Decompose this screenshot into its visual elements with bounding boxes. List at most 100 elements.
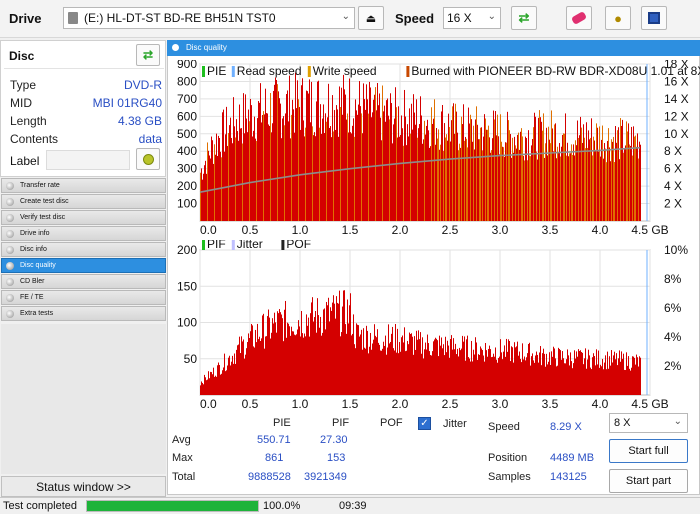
data-bar	[637, 133, 638, 221]
data-bar	[457, 132, 458, 221]
data-bar	[489, 137, 490, 221]
data-bar	[402, 128, 403, 221]
data-bar	[339, 86, 340, 221]
data-bar	[252, 136, 253, 221]
data-bar	[313, 321, 314, 395]
data-bar	[496, 135, 497, 221]
disc-label-button[interactable]	[136, 148, 160, 170]
data-bar	[398, 353, 399, 395]
save-button[interactable]	[641, 6, 667, 30]
data-bar	[292, 99, 293, 221]
drive-select[interactable]: (E:) HL-DT-ST BD-RE BH51N TST0 ⌄	[63, 7, 355, 29]
data-bar	[615, 359, 616, 395]
data-bar	[609, 356, 610, 395]
jitter-checkbox[interactable]: ✓	[418, 417, 431, 430]
data-bar	[589, 355, 590, 395]
data-bar	[263, 313, 264, 395]
data-bar	[477, 124, 478, 221]
disc-label-input[interactable]	[46, 150, 130, 170]
status-text: Test completed	[3, 500, 77, 512]
top-toolbar: Drive (E:) HL-DT-ST BD-RE BH51N TST0 ⌄ ⏏…	[0, 0, 700, 38]
data-bar	[558, 153, 559, 221]
legend-label: PIE	[207, 64, 226, 78]
data-bar	[566, 155, 567, 221]
data-bar	[335, 318, 336, 395]
data-bar	[566, 359, 567, 395]
data-bar	[430, 146, 431, 221]
data-bar	[512, 347, 513, 395]
nav-item-disc-info[interactable]: Disc info	[1, 242, 166, 257]
data-bar	[348, 132, 349, 221]
data-bar	[267, 113, 268, 221]
elapsed-time: 09:39	[339, 500, 367, 512]
data-bar	[414, 336, 415, 395]
data-bar	[382, 348, 383, 395]
eject-button[interactable]: ⏏	[358, 6, 384, 30]
options-button[interactable]: ●	[605, 6, 631, 30]
data-bar	[564, 363, 565, 395]
data-bar	[227, 145, 228, 221]
legend-swatch	[231, 240, 235, 250]
data-bar	[630, 370, 631, 395]
x-tick-label: 1.0	[292, 223, 309, 237]
data-bar	[534, 112, 535, 221]
status-window-button[interactable]: Status window >>	[1, 476, 166, 497]
data-bar	[451, 120, 452, 221]
nav-item-label: Disc quality	[20, 262, 56, 269]
data-bar	[241, 128, 242, 221]
nav-item-create-test-disc[interactable]: Create test disc	[1, 194, 166, 209]
data-bar	[318, 80, 319, 221]
nav-item-transfer-rate[interactable]: Transfer rate	[1, 178, 166, 193]
nav-item-verify-test-disc[interactable]: Verify test disc	[1, 210, 166, 225]
data-bar	[504, 345, 505, 395]
data-bar	[322, 118, 323, 221]
disc-refresh-button[interactable]: ⇄	[136, 44, 160, 66]
nav-item-fe-te[interactable]: FE / TE	[1, 290, 166, 305]
data-bar	[476, 106, 477, 221]
data-bar	[628, 123, 629, 221]
data-bar	[595, 365, 596, 395]
data-bar	[432, 351, 433, 395]
x-axis-ticks: 0.0 0.5 1.0 1.5 2.0 2.5 3.0 3.5 4.0 4.5 GB	[200, 223, 669, 237]
data-bar	[227, 365, 228, 395]
refresh-speed-button[interactable]: ⇄	[511, 6, 537, 30]
data-bar	[416, 99, 417, 221]
nav-item-disc-quality[interactable]: Disc quality	[1, 258, 166, 273]
data-bar	[598, 350, 599, 395]
data-bar	[304, 136, 305, 221]
start-part-button[interactable]: Start part	[609, 469, 688, 493]
disc-info-row-type: Type DVD-R	[10, 78, 162, 95]
data-bar	[216, 376, 217, 395]
data-bar	[491, 150, 492, 221]
erase-button[interactable]	[566, 6, 592, 30]
nav-item-drive-info[interactable]: Drive info	[1, 226, 166, 241]
data-bar	[461, 116, 462, 221]
data-bar	[529, 342, 530, 395]
data-bar	[219, 137, 220, 221]
data-bar	[235, 363, 236, 395]
data-bar	[585, 348, 586, 395]
nav-item-cd-bler[interactable]: CD Bler	[1, 274, 166, 289]
data-bar	[384, 105, 385, 221]
data-bar	[294, 132, 295, 221]
data-bar	[228, 133, 229, 221]
data-bar	[524, 160, 525, 221]
x-tick-label: 2.0	[392, 223, 409, 237]
data-bar	[461, 348, 462, 395]
data-bar	[316, 101, 317, 221]
speed-select[interactable]: 16 X ⌄	[443, 7, 501, 29]
data-bar	[511, 346, 512, 395]
data-bar	[535, 116, 536, 221]
x-tick-label: 4.5 GB	[631, 223, 668, 237]
y2-tick-label: 6 X	[664, 162, 682, 176]
data-bar	[266, 336, 267, 395]
data-bar	[395, 87, 396, 221]
data-bar	[555, 358, 556, 395]
nav-item-extra-tests[interactable]: Extra tests	[1, 306, 166, 321]
test-speed-select[interactable]: 8 X ⌄	[609, 413, 688, 433]
data-bar	[494, 356, 495, 395]
data-bar	[339, 290, 340, 395]
start-full-button[interactable]: Start full	[609, 439, 688, 463]
data-bar	[229, 355, 230, 395]
data-bar	[444, 123, 445, 221]
